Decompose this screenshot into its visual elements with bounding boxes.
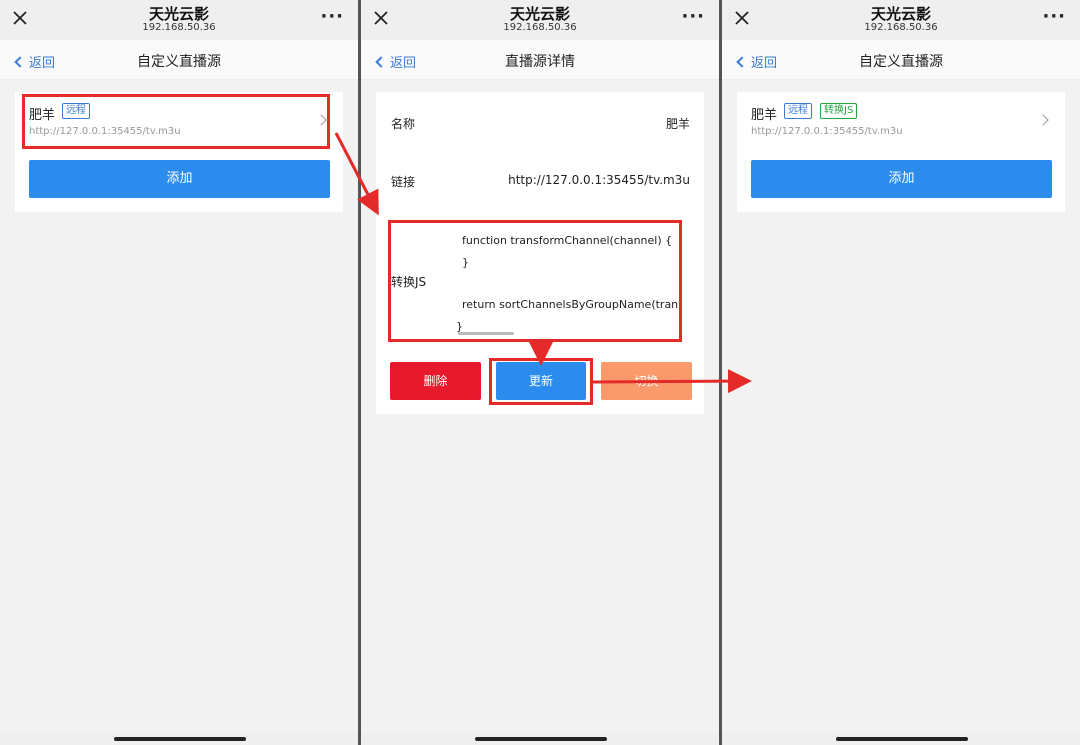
nav-bar: 返回 直播源详情: [361, 40, 719, 80]
highlight-js-field: [388, 220, 682, 342]
name-label: 名称: [391, 117, 416, 131]
link-value[interactable]: http://127.0.0.1:35455/tv.m3u: [508, 173, 690, 187]
app-ip: 192.168.50.36: [864, 22, 938, 33]
app-top-bar: 天光云影 192.168.50.36 ···: [361, 0, 719, 40]
add-button[interactable]: 添加: [751, 160, 1052, 198]
more-icon[interactable]: ···: [320, 8, 344, 26]
app-ip: 192.168.50.36: [142, 22, 216, 33]
name-value[interactable]: 肥羊: [666, 115, 690, 132]
page-title: 自定义直播源: [859, 54, 943, 70]
more-icon[interactable]: ···: [1042, 8, 1066, 26]
source-url: http://127.0.0.1:35455/tv.m3u: [751, 126, 903, 137]
page-title: 直播源详情: [505, 54, 575, 70]
transform-js-tag: 转换JS: [820, 103, 858, 119]
link-label: 链接: [391, 175, 416, 189]
app-title: 天光云影: [148, 5, 209, 23]
nav-bar: 返回 自定义直播源: [0, 40, 358, 80]
highlight-update-button: [489, 358, 593, 405]
chevron-right-icon: [1037, 114, 1049, 126]
page-title: 自定义直播源: [137, 54, 221, 70]
remote-tag: 远程: [784, 103, 812, 119]
app-title: 天光云影: [870, 5, 931, 23]
app-ip: 192.168.50.36: [503, 22, 577, 33]
nav-bar: 返回 自定义直播源: [722, 40, 1080, 80]
phone-screen-list-updated: 天光云影 192.168.50.36 ··· 返回 自定义直播源 肥羊 远程 转…: [722, 0, 1080, 745]
highlight-source-item: [22, 94, 330, 149]
home-indicator: [475, 737, 607, 741]
home-indicator: [836, 737, 968, 741]
add-button[interactable]: 添加: [29, 160, 330, 198]
home-indicator: [114, 737, 246, 741]
source-name: 肥羊: [751, 108, 778, 123]
app-title: 天光云影: [509, 5, 570, 23]
switch-button[interactable]: 切换: [601, 362, 692, 400]
more-icon[interactable]: ···: [681, 8, 705, 26]
source-list: 肥羊 远程 转换JS http://127.0.0.1:35455/tv.m3u…: [737, 92, 1065, 212]
app-top-bar: 天光云影 192.168.50.36 ···: [722, 0, 1080, 40]
delete-button[interactable]: 删除: [390, 362, 481, 400]
list-item[interactable]: 肥羊 远程 转换JS http://127.0.0.1:35455/tv.m3u: [737, 92, 1065, 144]
app-top-bar: 天光云影 192.168.50.36 ···: [0, 0, 358, 40]
